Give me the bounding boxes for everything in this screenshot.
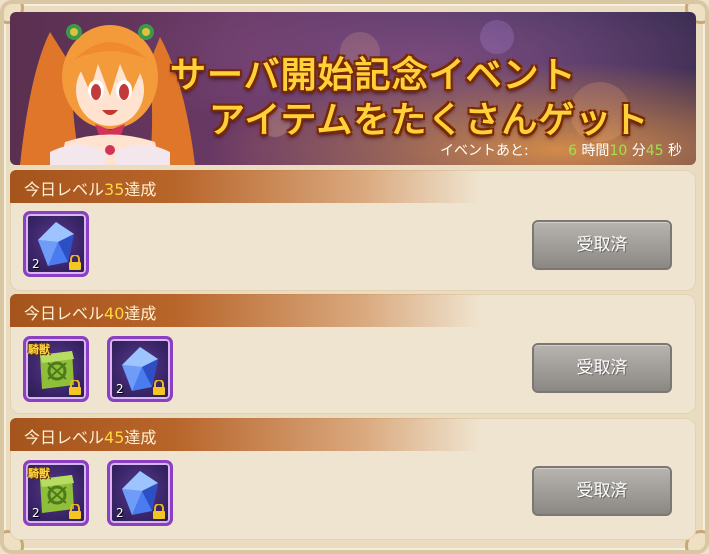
countdown-label: イベントあと: [440, 143, 529, 159]
countdown-value: 6 時間10 分45 秒 [568, 143, 682, 159]
reward-condition: 今日レベル40達成 [24, 304, 157, 323]
lock-icon [153, 504, 165, 519]
reward-row: 今日レベル40達成 騎獣 2 受取済 [10, 294, 696, 414]
item-count: 2 [116, 382, 124, 396]
reward-condition: 今日レベル35達成 [24, 180, 157, 199]
reward-header: 今日レベル40達成 [10, 294, 480, 327]
lock-icon [153, 380, 165, 395]
reward-header: 今日レベル45達成 [10, 418, 480, 451]
item-count: 2 [32, 257, 40, 271]
event-banner: サーバ開始記念イベント アイテムをたくさんゲット イベントあと: 6 時間10 … [10, 12, 696, 165]
claimed-button[interactable]: 受取済 [532, 466, 672, 516]
lock-icon [69, 380, 81, 395]
reward-row: 今日レベル45達成 騎獣 2 2 受取済 [10, 418, 696, 540]
lock-icon [69, 504, 81, 519]
event-countdown: イベントあと: 6 時間10 分45 秒 [430, 137, 696, 161]
reward-item-slot[interactable]: 騎獣 [23, 336, 89, 402]
reward-condition: 今日レベル45達成 [24, 428, 157, 447]
reward-header: 今日レベル35達成 [10, 170, 480, 203]
item-tag: 騎獣 [28, 343, 50, 356]
item-tag: 騎獣 [28, 467, 50, 480]
reward-item-slot[interactable]: 2 [107, 460, 173, 526]
reward-item-slot[interactable]: 2 [107, 336, 173, 402]
claimed-button[interactable]: 受取済 [532, 343, 672, 393]
reward-row: 今日レベル35達成 2 受取済 [10, 170, 696, 291]
reward-item-slot[interactable]: 騎獣 2 [23, 460, 89, 526]
lock-icon [69, 255, 81, 270]
item-count: 2 [32, 506, 40, 520]
claimed-button[interactable]: 受取済 [532, 220, 672, 270]
reward-item-slot[interactable]: 2 [23, 211, 89, 277]
banner-title-line-2: アイテムをたくさんゲット [209, 100, 650, 141]
item-count: 2 [116, 506, 124, 520]
